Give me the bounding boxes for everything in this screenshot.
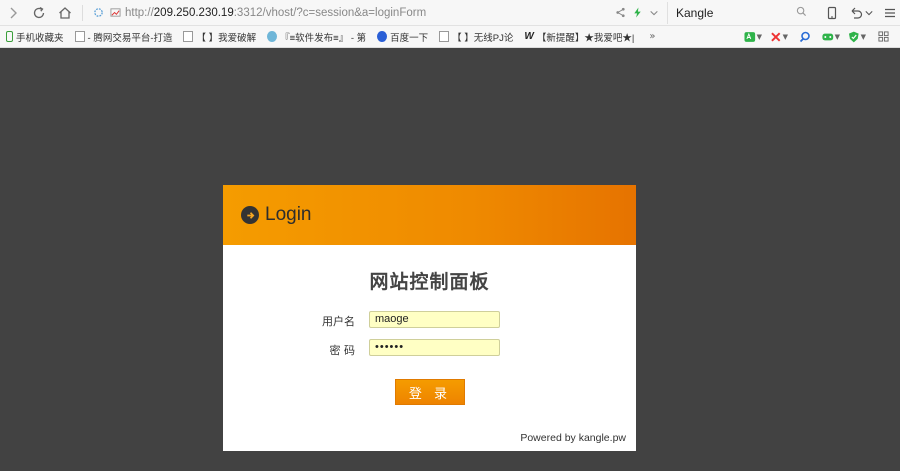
extension-game[interactable]: ▼ [822,30,840,44]
shield-icon [848,31,859,42]
phone-icon [6,31,13,42]
bookmarks-bar: 手机收藏夹 - 腾网交易平台-打造 【 】我爱破解 『≡软件发布≡』 - 第 百… [0,26,900,48]
share-icon[interactable] [615,7,626,18]
extension-shield[interactable]: ▼ [848,30,866,44]
chevron-right-icon [10,7,17,18]
username-label: 用户名 [322,315,355,328]
search-icon[interactable] [796,6,807,20]
divider [82,4,83,21]
home-button[interactable] [52,0,78,26]
reload-button[interactable] [26,0,52,26]
powered-by-text: Powered by kangle.pw [520,432,626,444]
broken-image-icon [108,6,122,20]
bookmark-item[interactable]: 手机收藏夹 [6,30,64,44]
login-header: Login [223,185,636,245]
login-button[interactable]: 登 录 [395,379,465,405]
lightning-icon[interactable] [632,7,643,18]
extension-scissors[interactable]: ▼ [770,30,788,44]
chevron-down-icon: ▼ [834,32,840,41]
password-label: 密 码 [329,344,356,357]
search-input[interactable]: Kangle [676,6,796,20]
home-icon [59,6,71,19]
site-settings-icon [91,6,105,20]
gamepad-icon [822,33,834,40]
chevron-down-icon: ▼ [756,32,762,41]
chevron-down-icon[interactable] [865,9,873,17]
doc-icon [183,31,194,42]
url-text: http://209.250.230.19:3312/vhost/?c=sess… [125,6,427,19]
extension-grid[interactable] [874,30,892,44]
search-box[interactable]: Kangle [667,1,815,24]
arrow-right-circle-icon [241,206,259,224]
bookmark-item[interactable]: 【 】无线PJ论 [439,30,513,44]
chevron-down-icon: ▼ [860,32,866,41]
chevron-down-icon: ▼ [782,32,788,41]
bookmarks-more-button[interactable]: » [649,31,655,42]
login-header-title: Login [265,204,312,225]
doc-icon [439,31,450,42]
magnifier-icon [799,31,810,42]
circle-icon [267,31,278,42]
doc-icon [74,31,85,42]
undo-icon[interactable] [849,6,863,20]
menu-icon[interactable] [883,6,897,20]
tablet-icon[interactable] [825,6,839,20]
chevron-down-icon[interactable] [649,8,659,18]
bookmark-item[interactable]: 【 】我爱破解 [183,30,256,44]
reload-icon [33,6,45,18]
forward-button[interactable] [0,0,26,26]
page-title: 网站控制面板 [369,271,490,293]
w-icon: W [524,31,534,42]
bookmark-item[interactable]: - 腾网交易平台-打造 [74,30,172,44]
extension-translate[interactable]: ▼ [744,30,762,44]
bookmark-item[interactable]: 百度一下 [377,30,428,44]
baidu-paw-icon [377,31,388,42]
bookmark-item[interactable]: W 【新提醒】★我爱吧★| [524,30,634,44]
username-input[interactable]: maoge [369,311,500,328]
bookmark-item[interactable]: 『≡软件发布≡』 - 第 [267,30,366,44]
extension-search[interactable] [796,30,814,44]
grid-icon [877,31,889,42]
address-bar[interactable]: http://209.250.230.19:3312/vhost/?c=sess… [87,2,667,24]
scissors-icon [771,31,781,42]
browser-toolbar: http://209.250.230.19:3312/vhost/?c=sess… [0,0,900,26]
translate-icon [744,31,756,42]
password-input[interactable]: •••••• [369,339,500,356]
login-panel: Login 网站控制面板 用户名 maoge 密 码 •••••• 登 录 Po… [223,185,636,451]
